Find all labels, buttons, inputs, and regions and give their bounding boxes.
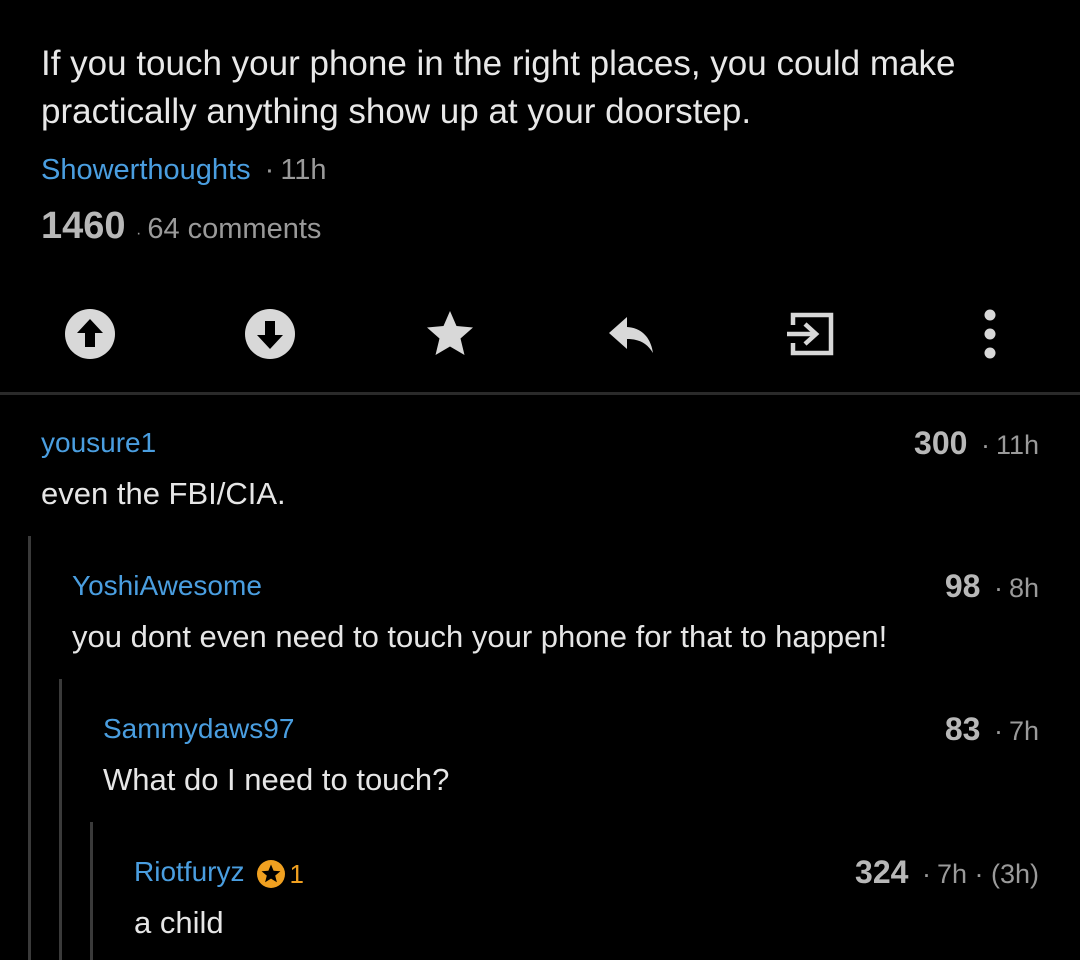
meta-separator: · xyxy=(921,859,931,889)
thread-line-level-2[interactable] xyxy=(59,679,62,960)
comment-score: 324 xyxy=(855,854,909,890)
post-meta: Showerthoughts · 11h xyxy=(41,152,327,188)
comment-age: 7h xyxy=(1008,716,1039,746)
post-divider xyxy=(0,392,1080,395)
meta-separator: · xyxy=(264,154,275,186)
comment-body: even the FBI/CIA. xyxy=(41,476,286,511)
comment-author-row: Riotfuryz 1 xyxy=(134,855,304,891)
gold-count: 1 xyxy=(289,858,304,889)
more-options-icon xyxy=(984,309,996,359)
comment-meta: 324 · 7h · (3h) xyxy=(855,855,1039,891)
comment-body: you dont even need to touch your phone f… xyxy=(72,619,888,654)
comment[interactable]: yousure1 300 · 11h even the FBI/CIA. xyxy=(41,426,1039,526)
meta-separator: · xyxy=(993,573,1003,603)
thread-line-level-1[interactable] xyxy=(28,536,31,960)
comments-count[interactable]: 64 comments xyxy=(147,213,321,245)
comment-author[interactable]: yousure1 xyxy=(41,426,156,460)
comment-body: What do I need to touch? xyxy=(103,762,450,797)
upvote-button[interactable] xyxy=(60,304,120,364)
reply-button[interactable] xyxy=(600,304,660,364)
comment-author[interactable]: YoshiAwesome xyxy=(72,569,262,603)
more-options-button[interactable] xyxy=(960,304,1020,364)
comment[interactable]: YoshiAwesome 98 · 8h you dont even need t… xyxy=(72,569,1039,669)
save-button[interactable] xyxy=(420,304,480,364)
reply-icon xyxy=(609,317,653,353)
comment[interactable]: Riotfuryz 1 324 · 7h · (3h) a child xyxy=(134,855,1039,955)
downvote-button[interactable] xyxy=(240,304,300,364)
stats-separator: · xyxy=(136,225,142,242)
open-link-icon xyxy=(787,312,834,356)
comment-age: 8h xyxy=(1008,573,1039,603)
upvote-icon xyxy=(65,309,115,359)
thread-line-level-3[interactable] xyxy=(90,822,93,960)
comment-age: 11h xyxy=(995,430,1039,460)
comment-score: 300 xyxy=(914,425,968,461)
downvote-icon xyxy=(245,309,295,359)
post-score: 1460 xyxy=(41,205,126,247)
save-star-icon xyxy=(427,311,473,355)
gold-award[interactable]: 1 xyxy=(256,857,304,891)
comment-author[interactable]: Riotfuryz xyxy=(134,856,244,887)
comment-score: 83 xyxy=(944,711,981,747)
post-action-bar xyxy=(0,296,1080,370)
open-link-button[interactable] xyxy=(780,304,840,364)
meta-separator: · xyxy=(993,716,1003,746)
comment-body: a child xyxy=(134,905,224,940)
subreddit-link[interactable]: Showerthoughts xyxy=(41,154,251,186)
meta-separator: · xyxy=(980,430,990,460)
comment-meta: 98 · 8h xyxy=(945,569,1039,605)
gold-star-icon xyxy=(257,859,286,888)
post-age: 11h xyxy=(280,154,327,186)
comment-score: 98 xyxy=(944,568,981,604)
comment-meta: 300 · 11h xyxy=(914,426,1039,462)
comment-age: 7h · (3h) xyxy=(936,859,1039,889)
post-stats: 1460 · 64 comments xyxy=(41,202,321,258)
comment[interactable]: Sammydaws97 83 · 7h What do I need to tou… xyxy=(103,712,1039,812)
comment-author[interactable]: Sammydaws97 xyxy=(103,712,294,746)
comment-meta: 83 · 7h xyxy=(945,712,1039,748)
post-title[interactable]: If you touch your phone in the right pla… xyxy=(41,40,1041,136)
